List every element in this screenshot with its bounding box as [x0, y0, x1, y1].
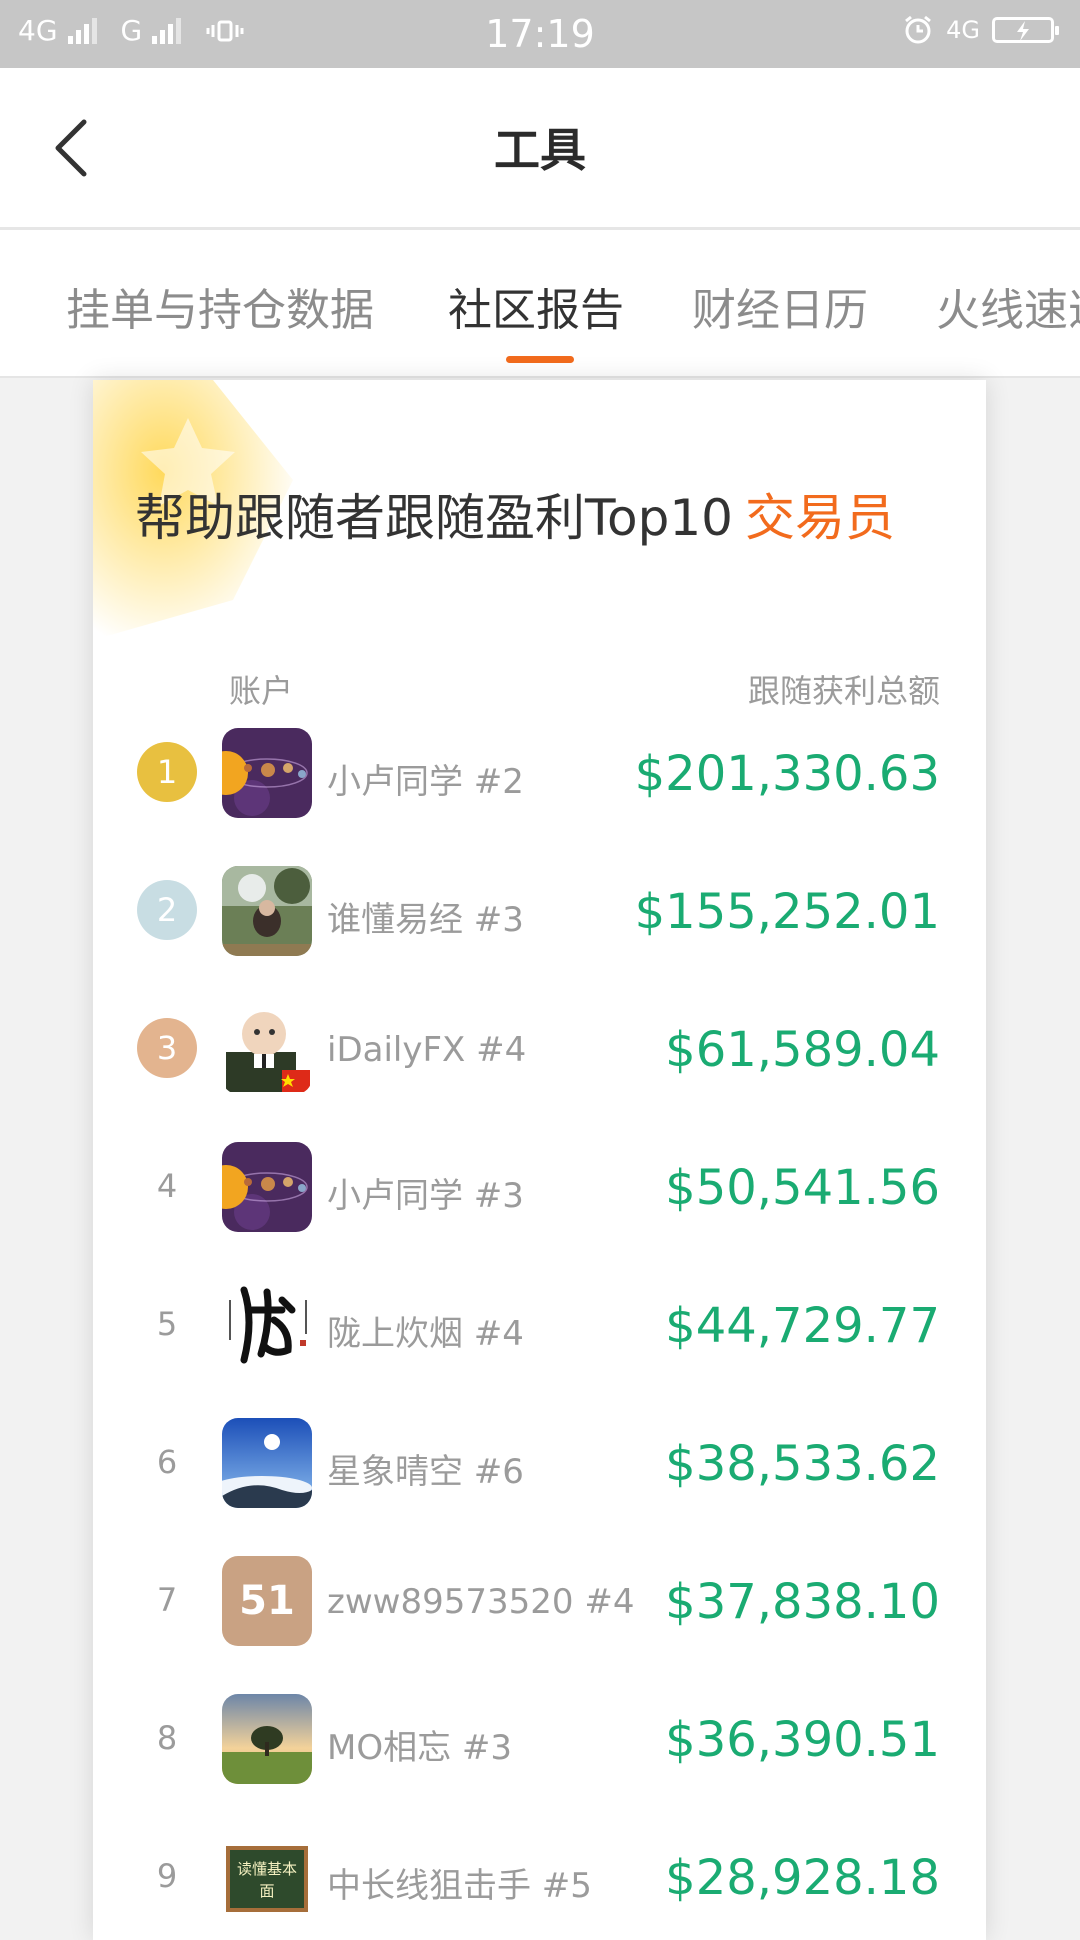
status-bar: 4G G 17:19 4G	[0, 0, 1080, 68]
tab-orders-positions[interactable]: 挂单与持仓数据	[66, 274, 374, 338]
rank-number: 9	[156, 1857, 178, 1895]
avatar-planets	[222, 1142, 312, 1232]
avatar-tree-field	[222, 1694, 312, 1784]
profit-amount: $61,589.04	[665, 1022, 940, 1078]
tab-bar: 数 挂单与持仓数据 社区报告 财经日历 火线速递	[0, 230, 1080, 378]
trader-name: MO相忘 #3	[327, 1728, 513, 1768]
battery-icon	[992, 17, 1059, 43]
leaderboard-row[interactable]: 7 51 zww89573520 #4 $37,838.10	[93, 1546, 986, 1656]
report-title-accent: 交易员	[745, 489, 895, 547]
rank-badge-gold: 1	[137, 742, 197, 802]
leaderboard-row[interactable]: 2 谁懂易经 #3 $155,252.01	[93, 856, 986, 966]
trader-name: 小卢同学 #3	[327, 1176, 524, 1216]
leaderboard-row[interactable]: 4 小卢同学 #3 $50,541.56	[93, 1132, 986, 1242]
avatar-calligraphy	[222, 1280, 312, 1370]
rank-number: 6	[156, 1443, 178, 1481]
avatar-planets	[222, 728, 312, 818]
report-title: 帮助跟随者跟随盈利Top10 交易员	[135, 478, 895, 550]
profit-amount: $50,541.56	[665, 1160, 940, 1216]
tab-economic-calendar[interactable]: 财经日历	[692, 274, 868, 338]
rank-badge-silver: 2	[137, 880, 197, 940]
report-card: 帮助跟随者跟随盈利Top10 交易员 账户 跟随获利总额 1 小卢同学 #2 $2…	[93, 380, 986, 1940]
leaderboard-row[interactable]: 6 星象晴空 #6 $38,533.62	[93, 1408, 986, 1518]
profit-amount: $38,533.62	[665, 1436, 940, 1492]
alarm-icon	[905, 15, 932, 44]
avatar-person-photo	[222, 866, 312, 956]
app-header: 工具	[0, 68, 1080, 230]
tab-active-indicator	[506, 356, 574, 363]
avatar-boss-baby	[222, 1004, 312, 1094]
rank-number: 4	[156, 1167, 178, 1205]
avatar-blackboard: 读懂基本面	[222, 1832, 312, 1922]
profit-amount: $28,928.18	[665, 1850, 940, 1906]
trader-name: 中长线狙击手 #5	[327, 1866, 592, 1906]
profit-amount: $201,330.63	[634, 746, 940, 802]
profit-amount: $155,252.01	[634, 884, 940, 940]
column-header-total: 跟随获利总额	[747, 672, 940, 710]
tab-community-report[interactable]: 社区报告	[448, 274, 624, 338]
status-right: 4G	[902, 14, 1059, 46]
tab-breaking-news[interactable]: 火线速递	[936, 274, 1080, 338]
network-label-3: 4G	[946, 16, 980, 44]
leaderboard-row[interactable]: 5 陇上炊烟 #4 $44,729.77	[93, 1270, 986, 1380]
rank-number: 7	[156, 1581, 178, 1619]
trader-name: zww89573520 #4	[327, 1582, 635, 1622]
rank-number: 8	[156, 1719, 178, 1757]
rank-number: 5	[156, 1305, 178, 1343]
leaderboard-row[interactable]: 8 MO相忘 #3 $36,390.51	[93, 1684, 986, 1794]
report-title-main: 帮助跟随者跟随盈利Top10	[135, 489, 733, 547]
profit-amount: $44,729.77	[665, 1298, 940, 1354]
trader-name: 星象晴空 #6	[327, 1452, 524, 1492]
page-title: 工具	[494, 123, 586, 177]
trader-name: 谁懂易经 #3	[327, 900, 524, 940]
blackboard-text: 读懂基本面	[226, 1846, 308, 1912]
avatar-sky	[222, 1418, 312, 1508]
trader-name: 陇上炊烟 #4	[327, 1314, 524, 1354]
column-header-account: 账户	[229, 672, 294, 710]
profit-amount: $37,838.10	[665, 1574, 940, 1630]
trader-name: iDailyFX #4	[327, 1030, 527, 1070]
leaderboard-row[interactable]: 9 读懂基本面 中长线狙击手 #5 $28,928.18	[93, 1822, 986, 1932]
leaderboard-row[interactable]: 1 小卢同学 #2 $201,330.63	[93, 718, 986, 828]
leaderboard-row[interactable]: 3 iDailyFX #4 $61,589.04	[93, 994, 986, 1104]
profit-amount: $36,390.51	[665, 1712, 940, 1768]
rank-badge-bronze: 3	[137, 1018, 197, 1078]
trader-name: 小卢同学 #2	[327, 762, 524, 802]
avatar-text: 51	[222, 1556, 312, 1646]
